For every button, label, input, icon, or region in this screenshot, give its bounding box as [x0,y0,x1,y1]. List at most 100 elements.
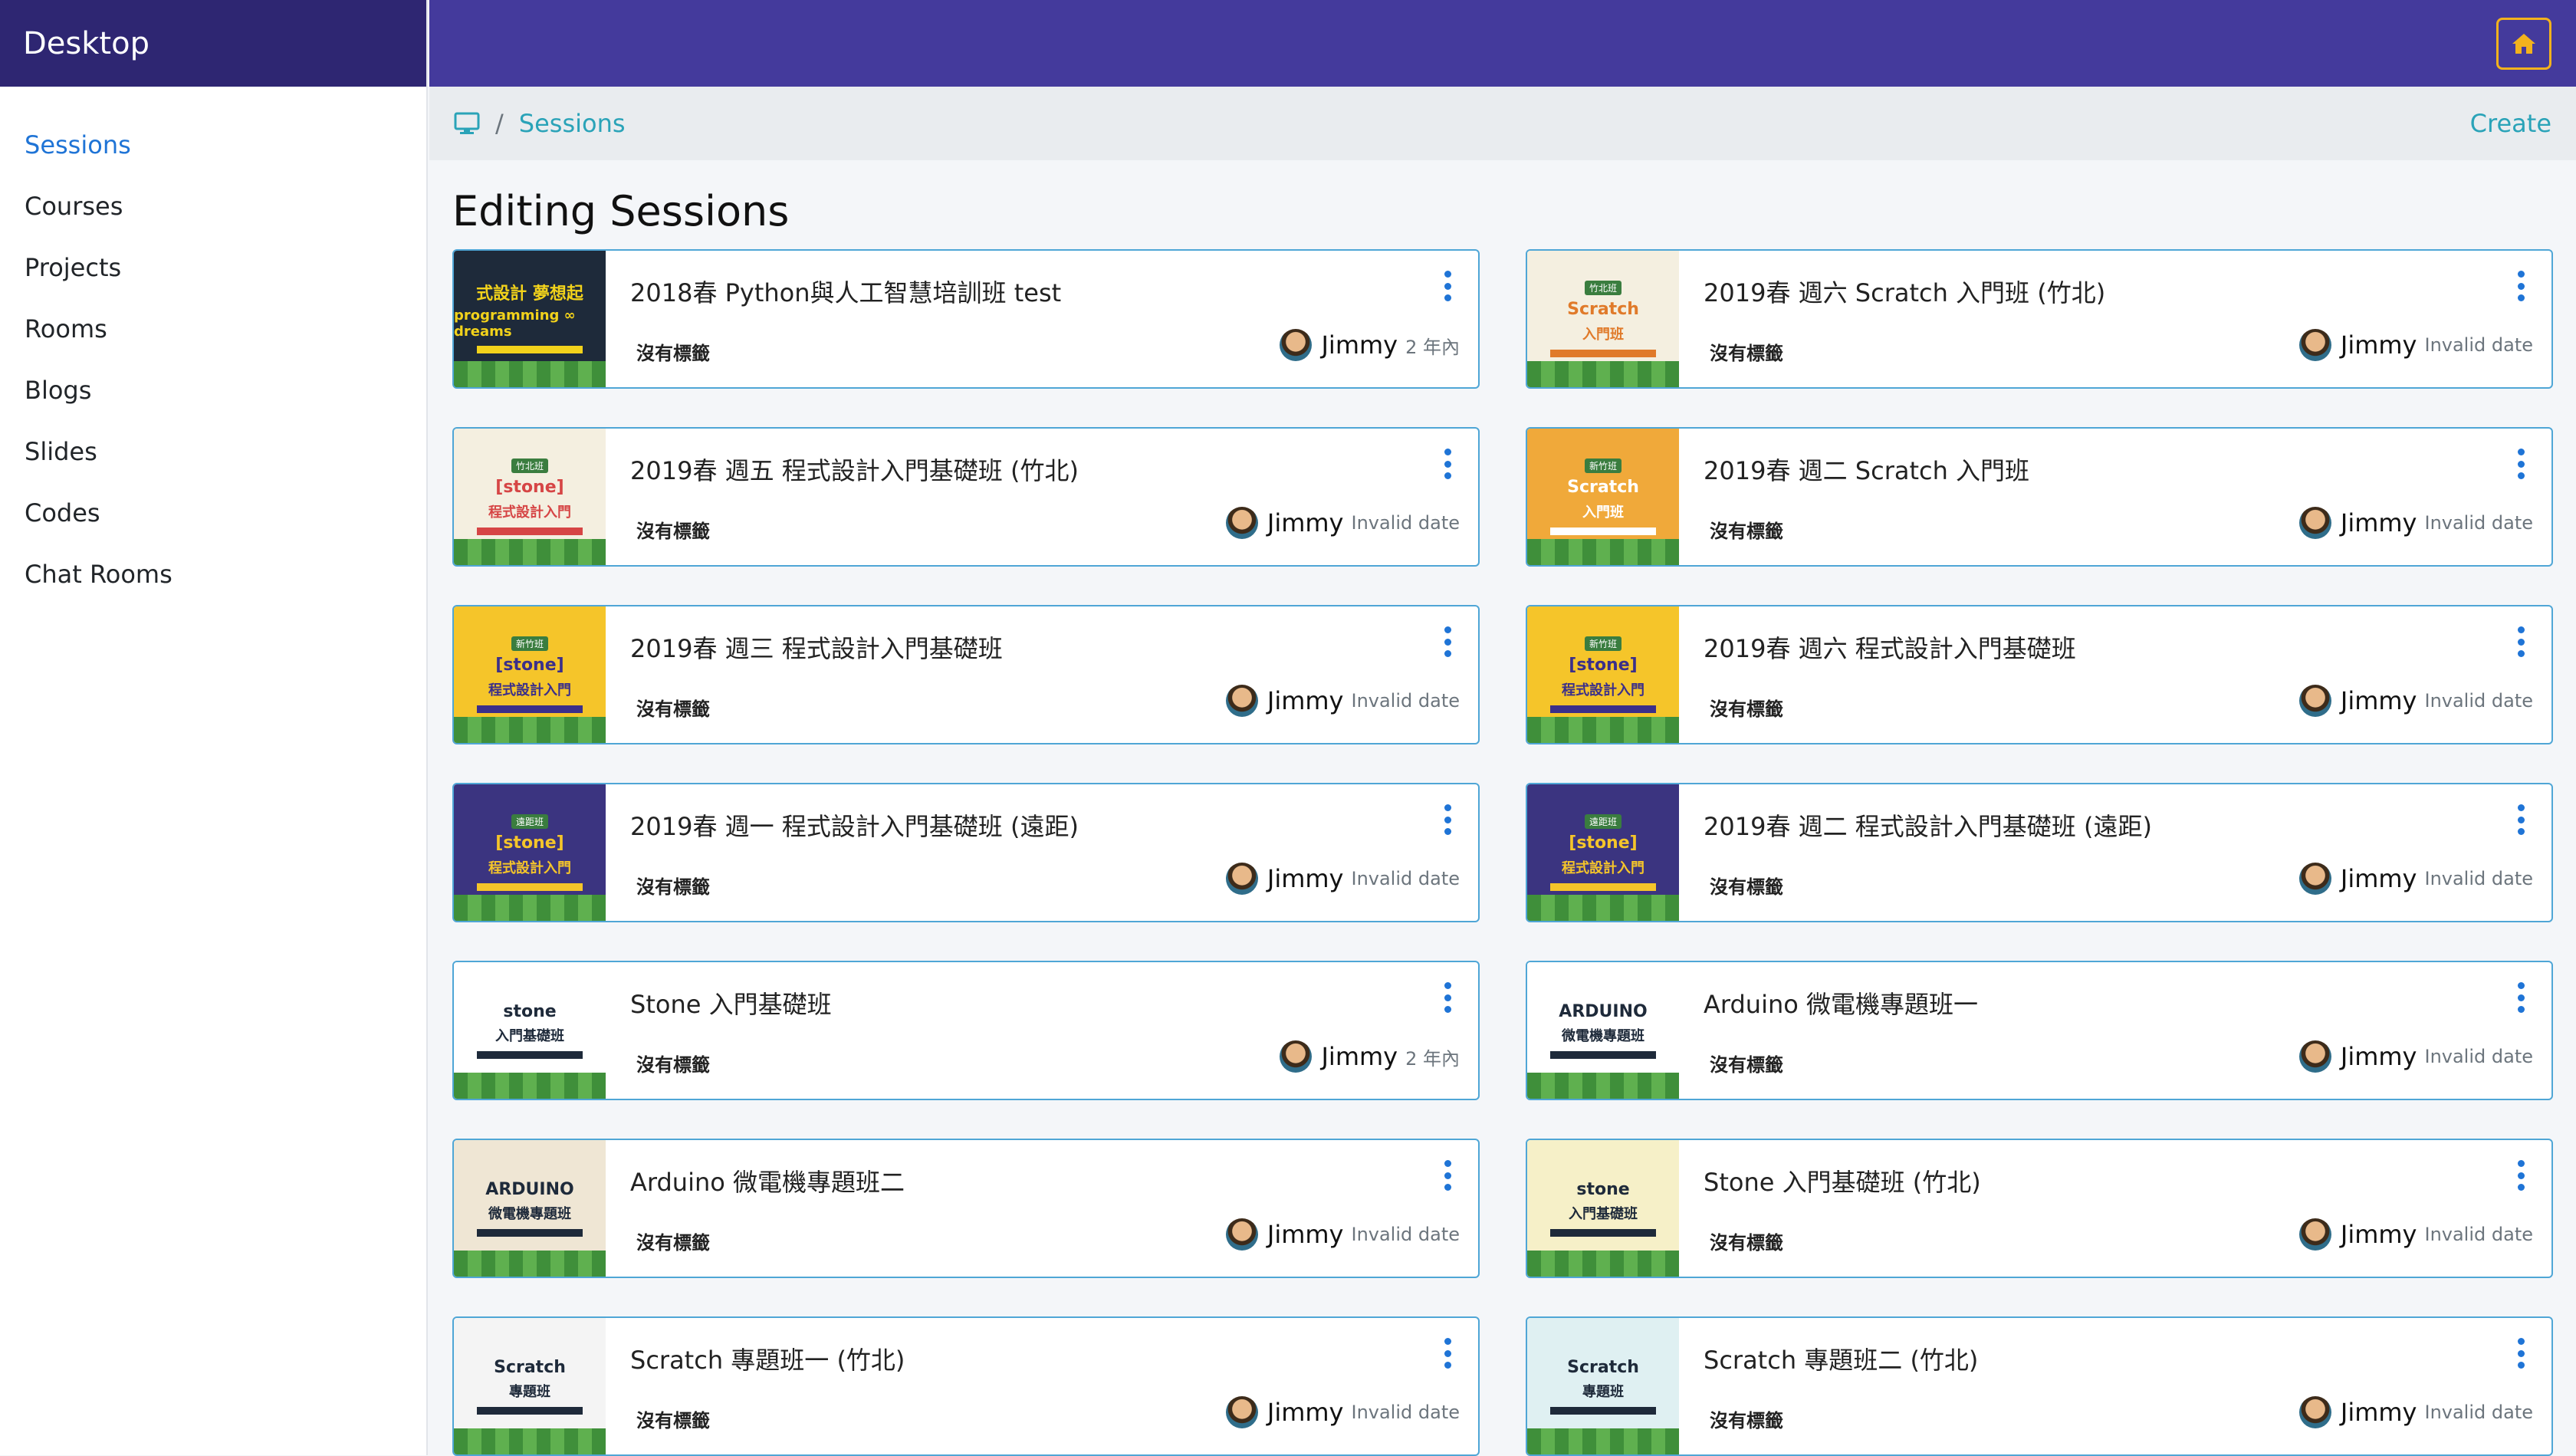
sidebar-item-slides[interactable]: Slides [0,421,426,482]
session-card[interactable]: 新竹班 [stone] 程式設計入門 2019春 週三 程式設計入門基礎班 沒有… [452,605,1480,744]
more-options-icon[interactable] [2516,982,2525,1013]
more-options-icon[interactable] [2516,1160,2525,1191]
avatar [2298,507,2331,539]
session-card[interactable]: 竹北班 Scratch 入門班 2019春 週六 Scratch 入門班 (竹北… [1526,249,2553,389]
session-title[interactable]: Stone 入門基礎班 (竹北) [1704,1163,1981,1198]
session-author[interactable]: Jimmy [1267,864,1344,893]
session-thumbnail[interactable]: 新竹班 [stone] 程式設計入門 [1527,606,1679,743]
session-title[interactable]: 2019春 週六 Scratch 入門班 (竹北) [1704,274,2105,309]
session-title[interactable]: 2019春 週六 程式設計入門基礎班 [1704,629,2076,665]
thumbnail-title: [stone] [495,833,564,853]
session-author[interactable]: Jimmy [1267,508,1344,537]
session-author[interactable]: Jimmy [2341,1220,2417,1249]
session-author[interactable]: Jimmy [2341,864,2417,893]
sidebar-item-projects[interactable]: Projects [0,237,426,298]
breadcrumb-sessions[interactable]: Sessions [519,109,626,138]
more-options-icon[interactable] [2516,271,2525,301]
session-author[interactable]: Jimmy [1267,1398,1344,1427]
session-thumbnail[interactable]: Scratch 專題班 [1527,1318,1679,1454]
session-author[interactable]: Jimmy [2341,686,2417,715]
session-author[interactable]: Jimmy [1321,330,1398,360]
more-options-icon[interactable] [1443,1160,1452,1191]
sidebar-item-sessions[interactable]: Sessions [0,114,426,176]
session-thumbnail[interactable]: ARDUINO 微電機專題班 [454,1140,606,1277]
session-meta: Jimmy Invalid date [2298,507,2533,539]
more-options-icon[interactable] [1443,449,1452,479]
session-author[interactable]: Jimmy [1267,1220,1344,1249]
session-card[interactable]: 遠距班 [stone] 程式設計入門 2019春 週二 程式設計入門基礎班 (遠… [1526,783,2553,922]
more-options-icon[interactable] [1443,982,1452,1013]
thumbnail-subtitle: 入門班 [1582,326,1624,343]
session-meta: Jimmy Invalid date [2298,329,2533,361]
more-options-icon[interactable] [1443,804,1452,835]
session-card-body: Stone 入門基礎班 沒有標籤 Jimmy 2 年內 [606,962,1478,1099]
session-card[interactable]: 式設計 夢想起 programming ∞ dreams 2018春 Pytho… [452,249,1480,389]
session-author[interactable]: Jimmy [2341,1398,2417,1427]
session-author[interactable]: Jimmy [2341,508,2417,537]
session-title[interactable]: 2019春 週五 程式設計入門基礎班 (竹北) [630,452,1079,487]
thumbnail-banner [476,1407,583,1415]
thumbnail-tag: 遠距班 [511,814,548,830]
more-options-icon[interactable] [2516,1338,2525,1369]
session-title[interactable]: Arduino 微電機專題班一 [1704,985,1978,1021]
session-card[interactable]: stone 入門基礎班 Stone 入門基礎班 沒有標籤 Jimmy 2 年內 [452,961,1480,1100]
more-options-icon[interactable] [2516,626,2525,657]
more-options-icon[interactable] [1443,1338,1452,1369]
session-card[interactable]: 新竹班 Scratch 入門班 2019春 週二 Scratch 入門班 沒有標… [1526,427,2553,567]
session-title[interactable]: 2019春 週二 程式設計入門基礎班 (遠距) [1704,807,2152,843]
session-thumbnail[interactable]: 新竹班 Scratch 入門班 [1527,429,1679,565]
session-card[interactable]: 竹北班 [stone] 程式設計入門 2019春 週五 程式設計入門基礎班 (竹… [452,427,1480,567]
session-thumbnail[interactable]: 竹北班 Scratch 入門班 [1527,251,1679,387]
session-meta: Jimmy 2 年內 [1280,329,1460,361]
session-title[interactable]: 2019春 週三 程式設計入門基礎班 [630,629,1003,665]
session-author[interactable]: Jimmy [1267,686,1344,715]
sidebar-item-chat-rooms[interactable]: Chat Rooms [0,544,426,605]
thumbnail-banner [476,1229,583,1237]
session-card[interactable]: ARDUINO 微電機專題班 Arduino 微電機專題班一 沒有標籤 Jimm… [1526,961,2553,1100]
session-card[interactable]: Scratch 專題班 Scratch 專題班二 (竹北) 沒有標籤 Jimmy… [1526,1316,2553,1456]
session-thumbnail[interactable]: stone 入門基礎班 [1527,1140,1679,1277]
session-title[interactable]: Arduino 微電機專題班二 [630,1163,905,1198]
session-thumbnail[interactable]: 式設計 夢想起 programming ∞ dreams [454,251,606,387]
more-options-icon[interactable] [2516,804,2525,835]
create-link[interactable]: Create [2470,109,2551,138]
thumbnail-tag: 新竹班 [1584,458,1622,474]
thumbnail-title: [stone] [1569,656,1638,675]
session-title[interactable]: 2019春 週一 程式設計入門基礎班 (遠距) [630,807,1079,843]
session-thumbnail[interactable]: 竹北班 [stone] 程式設計入門 [454,429,606,565]
sidebar-item-codes[interactable]: Codes [0,482,426,544]
more-options-icon[interactable] [1443,271,1452,301]
avatar [1225,685,1258,717]
sidebar-item-blogs[interactable]: Blogs [0,360,426,421]
session-thumbnail[interactable]: ARDUINO 微電機專題班 [1527,962,1679,1099]
session-thumbnail[interactable]: stone 入門基礎班 [454,962,606,1099]
session-title[interactable]: Stone 入門基礎班 [630,985,832,1021]
session-title[interactable]: Scratch 專題班二 (竹北) [1704,1341,1978,1376]
home-button[interactable] [2496,18,2551,70]
thumbnail-subtitle: 入門班 [1582,504,1624,521]
brand-title[interactable]: Desktop [0,0,426,87]
session-card[interactable]: Scratch 專題班 Scratch 專題班一 (竹北) 沒有標籤 Jimmy… [452,1316,1480,1456]
session-card[interactable]: 新竹班 [stone] 程式設計入門 2019春 週六 程式設計入門基礎班 沒有… [1526,605,2553,744]
breadcrumb-separator: / [495,109,504,138]
session-thumbnail[interactable]: 新竹班 [stone] 程式設計入門 [454,606,606,743]
session-title[interactable]: Scratch 專題班一 (竹北) [630,1341,905,1376]
session-thumbnail[interactable]: Scratch 專題班 [454,1318,606,1454]
session-card[interactable]: ARDUINO 微電機專題班 Arduino 微電機專題班二 沒有標籤 Jimm… [452,1139,1480,1278]
session-card-body: 2018春 Python與人工智慧培訓班 test 沒有標籤 Jimmy 2 年… [606,251,1478,387]
session-author[interactable]: Jimmy [1321,1042,1398,1071]
session-title[interactable]: 2019春 週二 Scratch 入門班 [1704,452,2029,487]
session-card[interactable]: 遠距班 [stone] 程式設計入門 2019春 週一 程式設計入門基礎班 (遠… [452,783,1480,922]
more-options-icon[interactable] [1443,626,1452,657]
sidebar-item-courses[interactable]: Courses [0,176,426,237]
session-card[interactable]: stone 入門基礎班 Stone 入門基礎班 (竹北) 沒有標籤 Jimmy … [1526,1139,2553,1278]
more-options-icon[interactable] [2516,449,2525,479]
session-title[interactable]: 2018春 Python與人工智慧培訓班 test [630,274,1061,309]
session-thumbnail[interactable]: 遠距班 [stone] 程式設計入門 [454,784,606,921]
desktop-icon[interactable] [454,112,480,135]
sidebar-item-rooms[interactable]: Rooms [0,298,426,360]
session-author[interactable]: Jimmy [2341,1042,2417,1071]
thumbnail-ground [1527,1428,1679,1454]
session-thumbnail[interactable]: 遠距班 [stone] 程式設計入門 [1527,784,1679,921]
session-author[interactable]: Jimmy [2341,330,2417,360]
